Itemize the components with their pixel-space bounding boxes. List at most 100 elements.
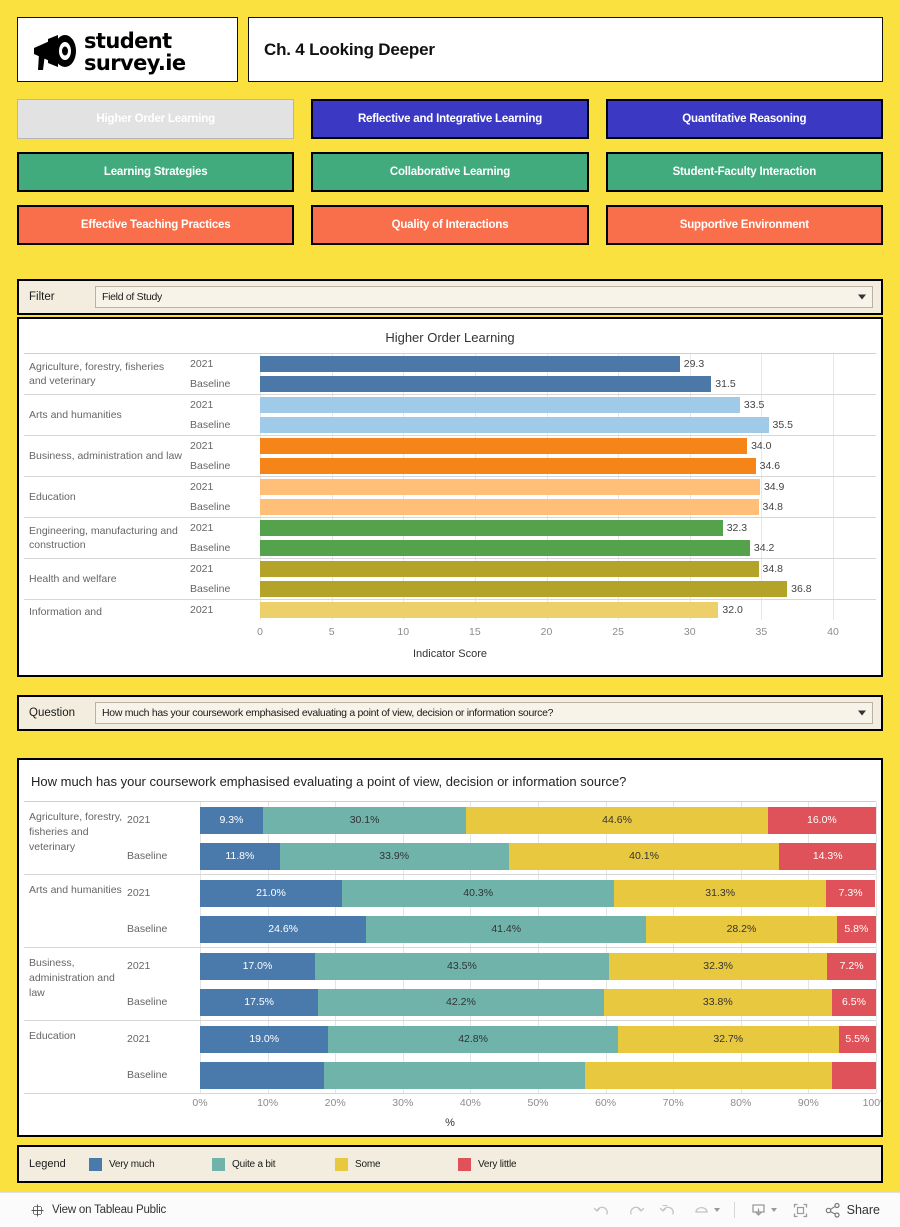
question-chart-title: How much has your coursework emphasised …	[31, 774, 627, 789]
nav-button-quantitative-reasoning[interactable]: Quantitative Reasoning	[605, 99, 883, 139]
indicator-bar[interactable]	[260, 561, 759, 577]
question-bar-row: 2021 17.0% 43.5% 32.3% 7.2%	[127, 948, 877, 984]
indicator-bar-line: 2021 33.5	[187, 395, 876, 415]
question-bar-segment[interactable]: 28.2%	[646, 915, 837, 943]
revert-icon[interactable]	[659, 1201, 678, 1220]
question-bar-segment[interactable]: 44.6%	[466, 806, 768, 834]
indicator-bar-line: Baseline 36.8	[187, 579, 876, 599]
nav-button-effective-teaching-practices[interactable]: Effective Teaching Practices	[17, 205, 295, 245]
question-category-group: Education 2021 19.0% 42.8% 32.7% 5.5% Baseline	[24, 1020, 877, 1093]
question-bar-segment[interactable]: 9.3%	[200, 806, 263, 834]
question-x-axis-title: %	[445, 1117, 455, 1129]
indicator-bar[interactable]	[260, 479, 760, 495]
question-bar-segment[interactable]: 32.7%	[617, 1025, 839, 1053]
nav-button-higher-order-learning[interactable]: Higher Order Learning	[17, 99, 295, 139]
indicator-category-label: Engineering, manufacturing and construct…	[29, 524, 178, 551]
question-stacked-bar: 11.8% 33.9% 40.1% 14.3%	[200, 842, 876, 870]
question-bar-segment[interactable]: 32.3%	[608, 952, 828, 980]
question-bar-segment[interactable]: 43.5%	[314, 952, 609, 980]
indicator-bar-track: 34.8	[260, 559, 876, 579]
indicator-bar[interactable]	[260, 458, 756, 474]
nav-button-learning-strategies[interactable]: Learning Strategies	[17, 152, 295, 192]
indicator-bar[interactable]	[260, 356, 680, 372]
question-bar-segment[interactable]	[200, 1061, 325, 1089]
nav-button-quality-of-interactions[interactable]: Quality of Interactions	[311, 205, 589, 245]
fullscreen-icon[interactable]	[791, 1201, 810, 1220]
indicator-bar[interactable]	[260, 438, 748, 454]
question-period-label: 2021	[127, 887, 151, 899]
nav-button-collaborative-learning[interactable]: Collaborative Learning	[311, 152, 589, 192]
gridline	[833, 415, 835, 435]
gridline	[876, 984, 877, 1020]
nav-button-supportive-environment[interactable]: Supportive Environment	[605, 205, 883, 245]
share-button[interactable]: Share	[824, 1201, 880, 1220]
question-bar-segment[interactable]	[584, 1061, 833, 1089]
indicator-bar[interactable]	[260, 602, 719, 618]
legend-item[interactable]: Very much	[89, 1157, 212, 1171]
question-bar-segment[interactable]: 31.3%	[614, 879, 826, 907]
question-dropdown[interactable]: How much has your coursework emphasised …	[95, 702, 873, 724]
indicator-button-grid: Higher Order Learning Reflective and Inte…	[17, 99, 883, 245]
redo-icon[interactable]	[626, 1201, 645, 1220]
indicator-bar[interactable]	[260, 581, 788, 597]
question-bar-segment[interactable]	[324, 1061, 585, 1089]
question-bar-segment[interactable]: 42.8%	[328, 1025, 618, 1053]
indicator-bar[interactable]	[260, 520, 723, 536]
question-bar-segment[interactable]	[832, 1061, 876, 1089]
legend-item[interactable]: Some	[335, 1157, 458, 1171]
question-bar-segment[interactable]: 7.3%	[825, 879, 876, 907]
question-bar-segment[interactable]: 33.8%	[603, 988, 833, 1016]
indicator-period-label: 2021	[190, 358, 214, 370]
question-bar-segment[interactable]: 21.0%	[200, 879, 342, 907]
undo-icon[interactable]	[593, 1201, 612, 1220]
question-chart-panel: How much has your coursework emphasised …	[17, 758, 883, 1137]
question-bar-segment[interactable]: 17.5%	[200, 988, 319, 1016]
indicator-bar[interactable]	[260, 499, 759, 515]
indicator-bar-value: 34.9	[763, 481, 785, 493]
question-stacked-bar	[200, 1061, 876, 1089]
nav-button-student-faculty-interaction[interactable]: Student-Faculty Interaction	[605, 152, 883, 192]
gridline	[876, 802, 877, 838]
indicator-bar-line: 2021 34.9	[187, 477, 876, 497]
legend-item[interactable]: Very little	[458, 1157, 581, 1171]
refresh-icon[interactable]	[692, 1201, 720, 1220]
question-bar-segment[interactable]: 30.1%	[262, 806, 467, 834]
nav-button-reflective-and-integrative-learning[interactable]: Reflective and Integrative Learning	[311, 99, 589, 139]
indicator-bar-track: 29.3	[260, 354, 876, 374]
indicator-bar[interactable]	[260, 397, 740, 413]
studentsurvey-logo: student survey.ie	[17, 17, 238, 82]
question-bar-segment[interactable]: 24.6%	[200, 915, 367, 943]
question-bar-segment[interactable]: 40.1%	[508, 842, 780, 870]
indicator-row: Agriculture, forestry, fisheries and vet…	[24, 353, 876, 394]
view-on-tableau-public-button[interactable]: View on Tableau Public	[0, 1203, 166, 1218]
question-category-label: Education	[29, 1030, 76, 1042]
legend-item-label: Very little	[478, 1158, 517, 1170]
download-icon[interactable]	[749, 1201, 777, 1220]
question-bar-segment[interactable]: 19.0%	[200, 1025, 329, 1053]
question-bar-segment[interactable]: 14.3%	[779, 842, 876, 870]
question-period-label: Baseline	[127, 1069, 168, 1081]
footer-actions: Share	[593, 1201, 900, 1220]
question-period-label: 2021	[127, 814, 151, 826]
chevron-down-icon	[713, 1208, 720, 1212]
indicator-bar[interactable]	[260, 540, 750, 556]
filter-bar: Filter Field of Study	[17, 279, 883, 315]
question-bar-segment[interactable]: 5.5%	[838, 1025, 876, 1053]
question-bar-segment[interactable]: 7.2%	[827, 952, 876, 980]
question-bar-segment[interactable]: 41.4%	[366, 915, 647, 943]
indicator-bar[interactable]	[260, 417, 769, 433]
question-bar-segment[interactable]: 11.8%	[200, 842, 280, 870]
legend-swatch	[89, 1157, 102, 1171]
question-rows: 2021 21.0% 40.3% 31.3% 7.3% Baseline 24.6% 41.4…	[127, 875, 877, 947]
question-bar-segment[interactable]: 17.0%	[200, 952, 315, 980]
axis-tick: 15	[469, 626, 481, 639]
question-bar-segment[interactable]: 16.0%	[767, 806, 876, 834]
legend-item[interactable]: Quite a bit	[212, 1157, 335, 1171]
question-bar-segment[interactable]: 5.8%	[836, 915, 876, 943]
question-bar-segment[interactable]: 33.9%	[279, 842, 509, 870]
question-bar-segment[interactable]: 40.3%	[341, 879, 615, 907]
filter-dropdown[interactable]: Field of Study	[95, 286, 873, 308]
question-bar-segment[interactable]: 6.5%	[832, 988, 876, 1016]
question-bar-segment[interactable]: 42.2%	[318, 988, 604, 1016]
indicator-bar[interactable]	[260, 376, 712, 392]
